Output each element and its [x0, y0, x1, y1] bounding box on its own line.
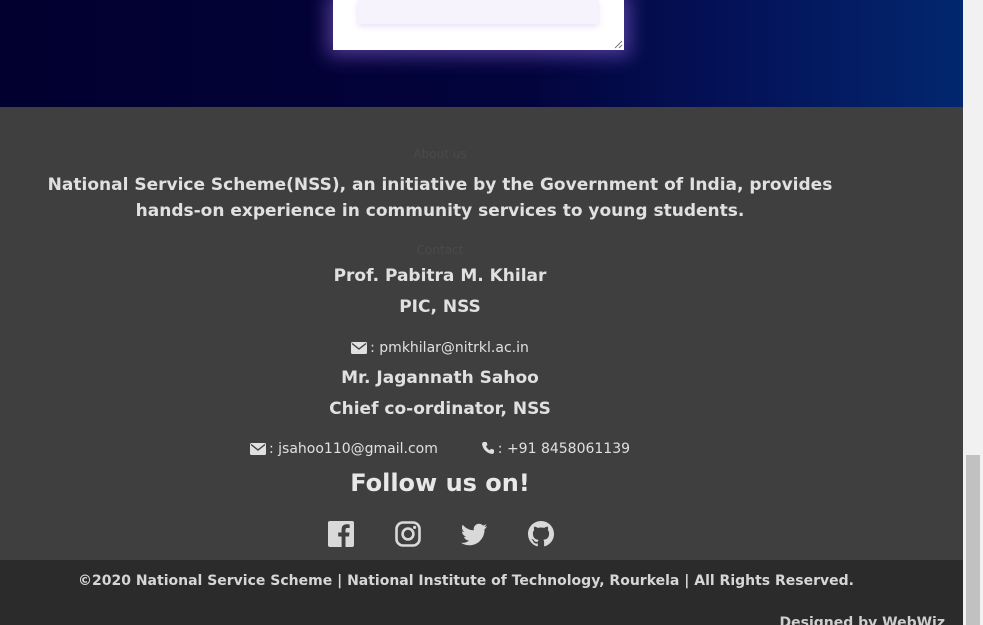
- contact-role-1: PIC, NSS: [399, 297, 481, 317]
- follow-heading: Follow us on!: [350, 469, 530, 497]
- copyright-text: ©2020 National Service Scheme | National…: [78, 573, 854, 589]
- contact-info-row-2: : jsahoo110@gmail.com : +91 8458061139: [0, 441, 880, 457]
- twitter-icon[interactable]: [459, 519, 489, 549]
- vertical-scrollbar[interactable]: [963, 0, 983, 625]
- facebook-icon[interactable]: [326, 519, 356, 549]
- phone-icon: [481, 442, 494, 454]
- footer: About us National Service Scheme(NSS), a…: [0, 107, 963, 560]
- about-text: National Service Scheme(NSS), an initiat…: [47, 175, 833, 221]
- scrollbar-thumb[interactable]: [966, 455, 980, 625]
- envelope-icon: [351, 342, 368, 354]
- contact-name-1: Prof. Pabitra M. Khilar: [333, 266, 547, 286]
- contact-email-1[interactable]: : pmkhilar@nitrkl.ac.in: [370, 340, 529, 356]
- textarea-inner-shadow: [358, 0, 598, 24]
- message-textarea[interactable]: [333, 0, 624, 50]
- social-links: [326, 517, 556, 551]
- instagram-icon[interactable]: [393, 519, 423, 549]
- contact-name-2: Mr. Jagannath Sahoo: [341, 368, 539, 388]
- designed-by-text[interactable]: Designed by WebWiz: [780, 615, 946, 625]
- github-icon[interactable]: [526, 519, 556, 549]
- contact-heading: Contact: [416, 243, 464, 257]
- contact-form-section: [0, 0, 963, 107]
- bottom-bar: ©2020 National Service Scheme | National…: [0, 560, 963, 625]
- page: About us National Service Scheme(NSS), a…: [0, 0, 963, 625]
- contact-role-2: Chief co-ordinator, NSS: [329, 399, 551, 419]
- envelope-icon: [249, 443, 266, 455]
- contact-email-2[interactable]: : jsahoo110@gmail.com: [269, 441, 438, 457]
- about-heading: About us: [413, 147, 467, 161]
- resize-grip-icon[interactable]: [613, 39, 623, 49]
- contact-email-row-1: : pmkhilar@nitrkl.ac.in: [0, 340, 880, 356]
- contact-phone-2[interactable]: : +91 8458061139: [498, 441, 630, 457]
